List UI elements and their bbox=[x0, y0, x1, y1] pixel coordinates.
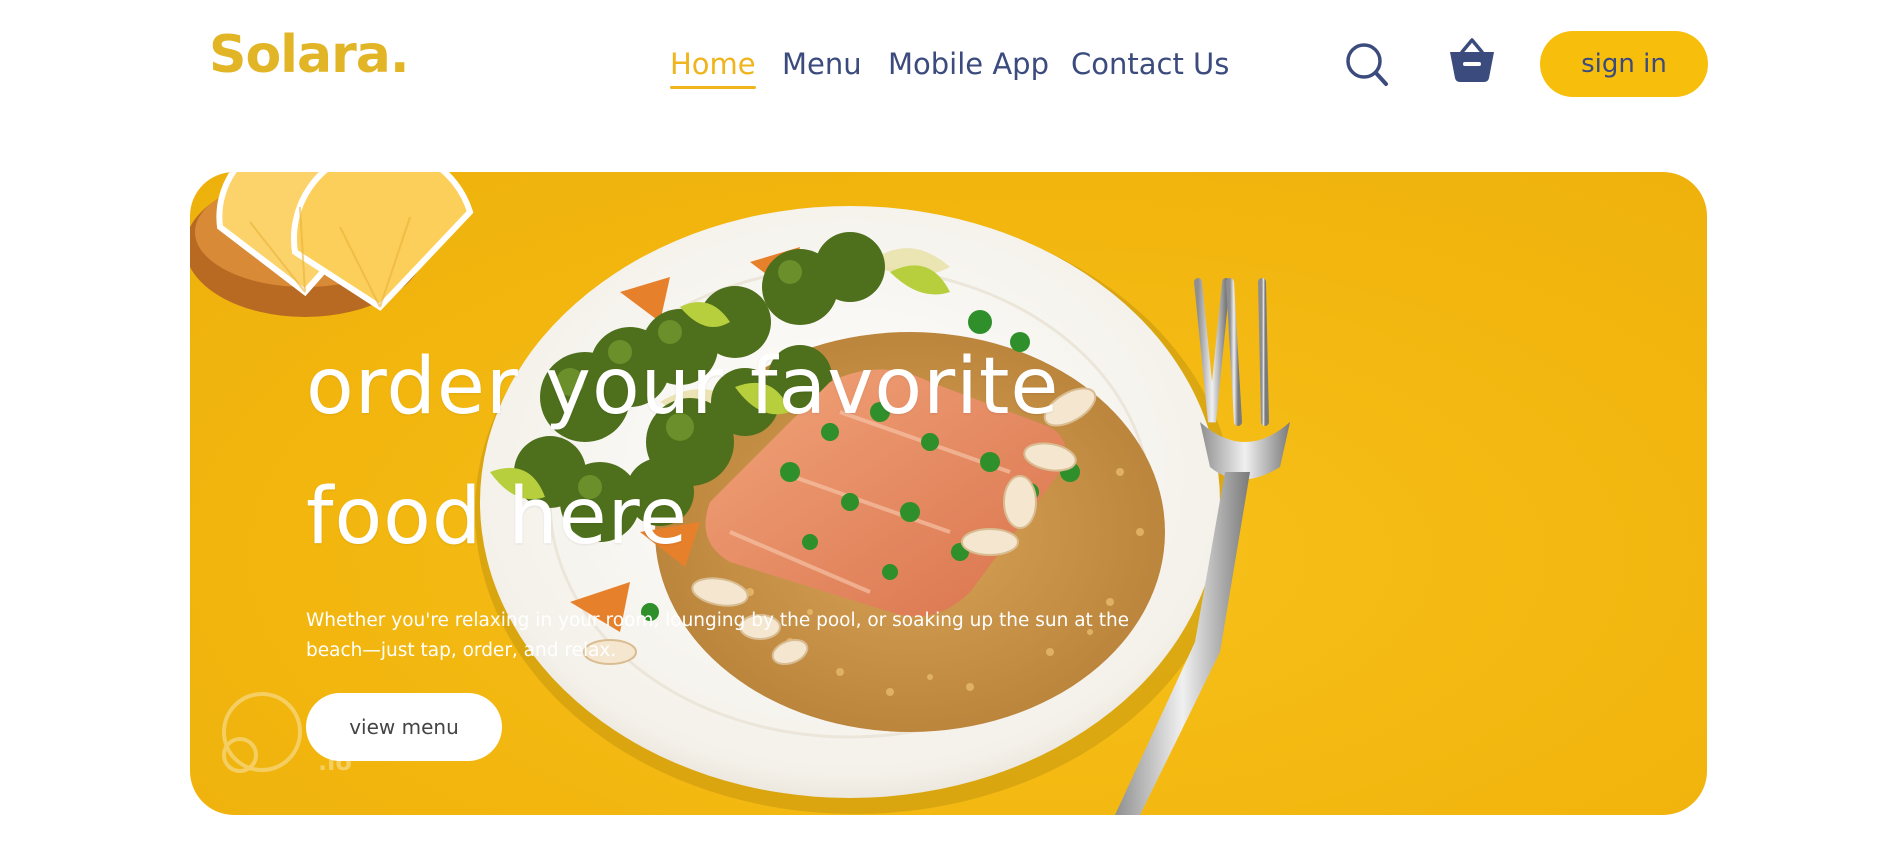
hero-description: Whether you're relaxing in your room, lo… bbox=[306, 610, 1130, 661]
nav-item-mobile-app[interactable]: Mobile App bbox=[888, 44, 1049, 84]
hero-title-line-1: order your favorite bbox=[306, 342, 1060, 432]
view-menu-button[interactable]: view menu bbox=[306, 693, 502, 761]
nav-item-contact-us[interactable]: Contact Us bbox=[1071, 44, 1229, 84]
nav-item-menu[interactable]: Menu bbox=[782, 44, 862, 84]
basket-icon[interactable] bbox=[1447, 36, 1497, 86]
hero-title-line-2: food here bbox=[306, 472, 688, 562]
hero-banner: order your favorite food here Whether yo… bbox=[190, 172, 1707, 815]
sign-in-button[interactable]: sign in bbox=[1540, 31, 1708, 97]
hero-title: order your favorite food here bbox=[306, 322, 1306, 582]
nav-item-home[interactable]: Home bbox=[670, 44, 756, 89]
search-icon[interactable] bbox=[1344, 40, 1390, 88]
